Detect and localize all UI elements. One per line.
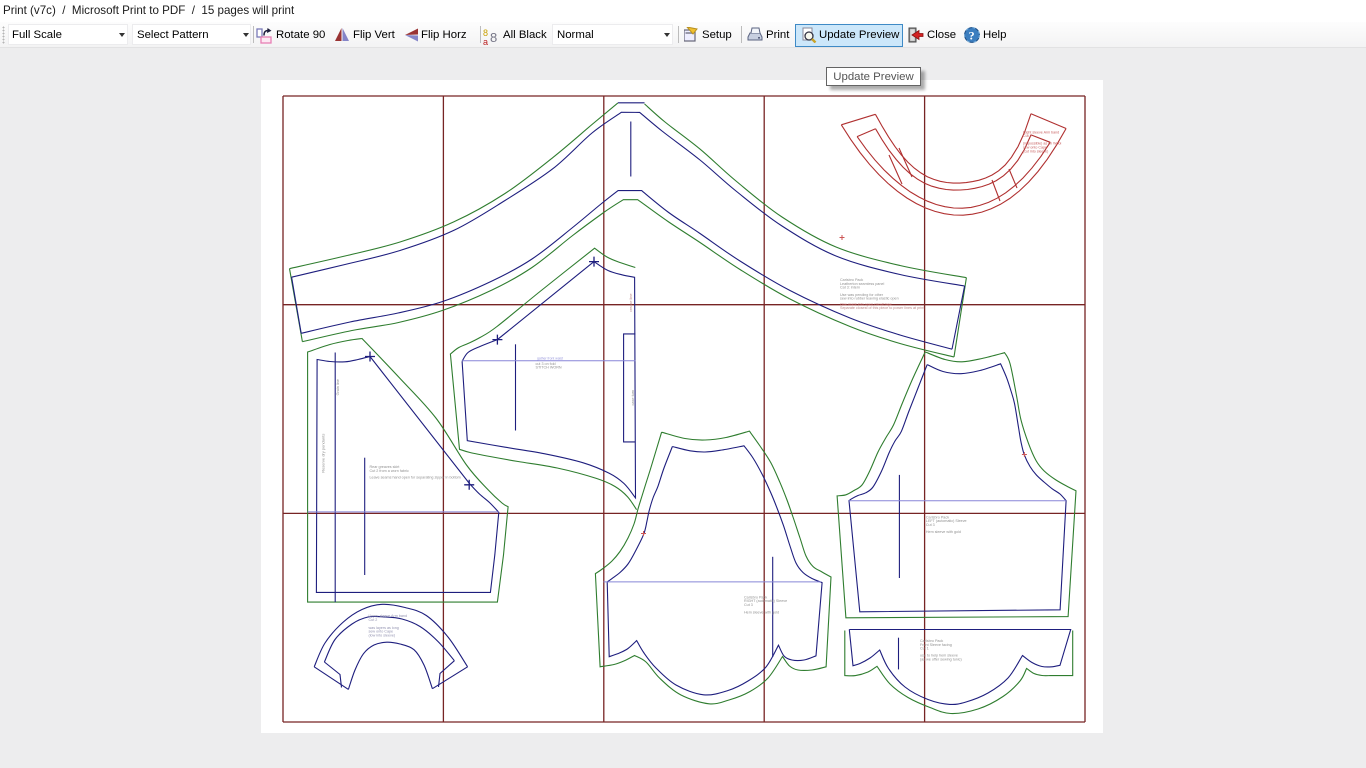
svg-text:Cut 1: Cut 1 [920, 647, 929, 651]
svg-text:(low into sleeve): (low into sleeve) [369, 633, 396, 637]
svg-text:Separate closest of this piece: Separate closest of this piece to power … [840, 306, 924, 310]
svg-text:8: 8 [490, 30, 497, 45]
svg-text:sew into rubber leaving elasti: sew into rubber leaving elastic open [840, 296, 899, 300]
svg-text:Cut 3: Cut 3 [926, 523, 935, 527]
svg-text:crease line: crease line [629, 294, 633, 312]
svg-text:gather front waist: gather front waist [537, 356, 563, 360]
svg-text:Cut 2 from a worn fabric: Cut 2 from a worn fabric [370, 469, 410, 473]
svg-text:Cat 3: intern: Cat 3: intern [840, 286, 860, 290]
svg-text:(as we offer sewing tunic): (as we offer sewing tunic) [920, 657, 962, 661]
svg-text:Hem sleeve with gold: Hem sleeve with gold [926, 530, 961, 534]
svg-text:a: a [483, 37, 488, 47]
svg-text:Grain line: Grain line [336, 379, 340, 395]
svg-text:Leave seams hand open for sepa: Leave seams hand open for separating zip… [370, 476, 461, 480]
svg-text:Cut 2: Cut 2 [1023, 134, 1032, 138]
svg-text:case turn: case turn [631, 390, 635, 406]
svg-text:Cut 3: Cut 3 [744, 603, 753, 607]
svg-text:STITCH WORN: STITCH WORN [536, 366, 562, 370]
svg-text:Reserve dry pendants: Reserve dry pendants [321, 434, 326, 473]
svg-text:Cut 2: Cut 2 [369, 618, 378, 622]
svg-text:Hem sleeve with gold: Hem sleeve with gold [744, 611, 779, 615]
svg-text:(cut into sleeve): (cut into sleeve) [1023, 149, 1048, 153]
svg-text:?: ? [969, 29, 975, 43]
